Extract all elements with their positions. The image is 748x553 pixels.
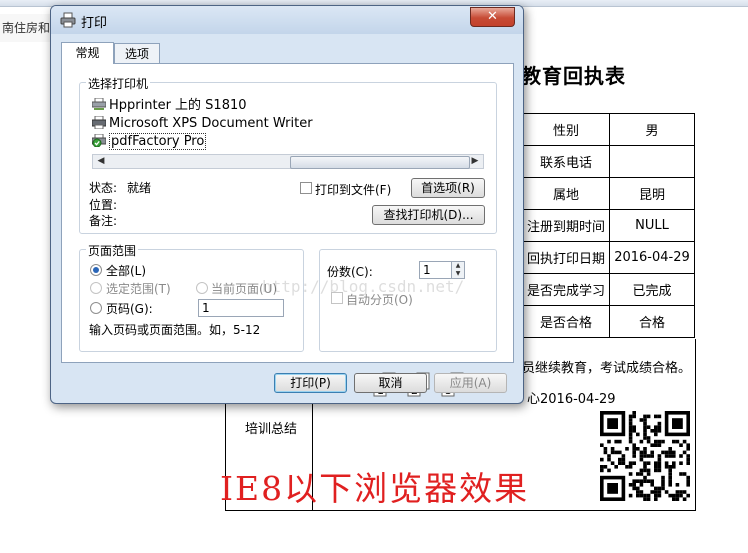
browser-tab[interactable]: 南住房和: [0, 14, 55, 42]
print-dialog: 打印 ✕ 常规 选项 选择打印机 Hpprinter 上的 S1810 Micr…: [50, 5, 524, 404]
apply-button[interactable]: 应用(A): [434, 373, 507, 393]
caption-text: IE8以下浏览器效果: [220, 469, 530, 508]
summary-date: 心2016-04-29: [527, 392, 616, 407]
watermark-text: http://blog.csdn.net/: [262, 277, 465, 296]
printer-group-label: 选择打印机: [86, 75, 151, 92]
radio-pages-label: 页码(G):: [106, 302, 153, 316]
printer-list-scrollbar[interactable]: ◀ ▶: [92, 154, 484, 169]
preferences-button[interactable]: 首选项(R): [411, 178, 485, 198]
scroll-left-icon[interactable]: ◀: [94, 155, 108, 168]
copies-group: 份数(C): 1 ▲ ▼ 自动分页(O): [319, 249, 497, 352]
comment-label: 备注:: [89, 214, 118, 228]
printer-item-xps[interactable]: Microsoft XPS Document Writer: [92, 115, 313, 132]
page-range-label: 页面范围: [86, 242, 139, 259]
pages-input[interactable]: 1: [198, 299, 284, 317]
table-value: 昆明: [609, 177, 695, 210]
printer-name: pdfFactory Pro: [109, 133, 207, 150]
print-to-file-label: 打印到文件(F): [315, 183, 392, 197]
radio-all[interactable]: [90, 264, 102, 276]
tab-options[interactable]: 选项: [114, 43, 160, 63]
table-value: 2016-04-29: [609, 241, 695, 274]
tab-panel-general: 选择打印机 Hpprinter 上的 S1810 Microsoft XPS D…: [61, 63, 514, 397]
radio-current-page[interactable]: [196, 282, 208, 294]
spin-up-icon[interactable]: ▲: [452, 262, 464, 270]
radio-selection[interactable]: [90, 282, 102, 294]
qr-code-icon: [600, 411, 690, 501]
printer-item-pdffactory[interactable]: pdfFactory Pro: [92, 133, 207, 150]
table-label: 注册到期时间: [522, 209, 610, 242]
radio-pages[interactable]: [90, 302, 102, 314]
cancel-button[interactable]: 取消: [354, 373, 427, 393]
print-button[interactable]: 打印(P): [274, 373, 347, 393]
summary-label: 培训总结: [245, 422, 298, 437]
tab-general[interactable]: 常规: [61, 42, 114, 64]
table-value: [609, 145, 695, 178]
printer-name: Hpprinter 上的 S1810: [109, 98, 247, 113]
radio-selection-label: 选定范围(T): [106, 282, 171, 296]
table-value: NULL: [609, 209, 695, 242]
table-label: 性别: [522, 113, 610, 146]
print-to-file-checkbox[interactable]: [300, 182, 312, 194]
page-title: 教育回执表: [521, 64, 626, 88]
dialog-title: 打印: [81, 16, 108, 31]
default-printer-icon: [92, 134, 106, 147]
table-value: 合格: [609, 305, 695, 338]
table-label: 联系电话: [522, 145, 610, 178]
summary-text: 员继续教育，考试成绩合格。: [522, 361, 692, 376]
radio-all-label: 全部(L): [106, 264, 147, 278]
table-label: 是否合格: [522, 305, 610, 338]
printer-name: Microsoft XPS Document Writer: [109, 116, 313, 131]
network-printer-icon: [92, 98, 106, 110]
scroll-right-icon[interactable]: ▶: [468, 155, 482, 168]
page-range-group: 页面范围 全部(L) 选定范围(T) 当前页面(U) 页码(G): 1 输入页码…: [79, 242, 304, 352]
location-label: 位置:: [89, 198, 118, 212]
table-label: 回执打印日期: [522, 241, 610, 274]
dialog-titlebar[interactable]: 打印 ✕: [51, 6, 523, 34]
status-value: 就绪: [127, 181, 152, 195]
scrollbar-thumb[interactable]: [290, 156, 470, 169]
printer-icon: [92, 116, 106, 129]
page-range-hint: 输入页码或页面范围。如，5-12: [89, 323, 261, 337]
close-button[interactable]: ✕: [470, 7, 515, 27]
table-label: 属地: [522, 177, 610, 210]
printer-item-hp[interactable]: Hpprinter 上的 S1810: [92, 97, 247, 114]
table-value: 男: [609, 113, 695, 146]
find-printer-button[interactable]: 查找打印机(D)...: [372, 205, 485, 225]
printer-icon: [60, 12, 76, 28]
table-value: 已完成: [609, 273, 695, 306]
status-label: 状态:: [89, 181, 118, 195]
table-label: 是否完成学习: [522, 273, 610, 306]
printer-group: 选择打印机 Hpprinter 上的 S1810 Microsoft XPS D…: [79, 75, 497, 234]
